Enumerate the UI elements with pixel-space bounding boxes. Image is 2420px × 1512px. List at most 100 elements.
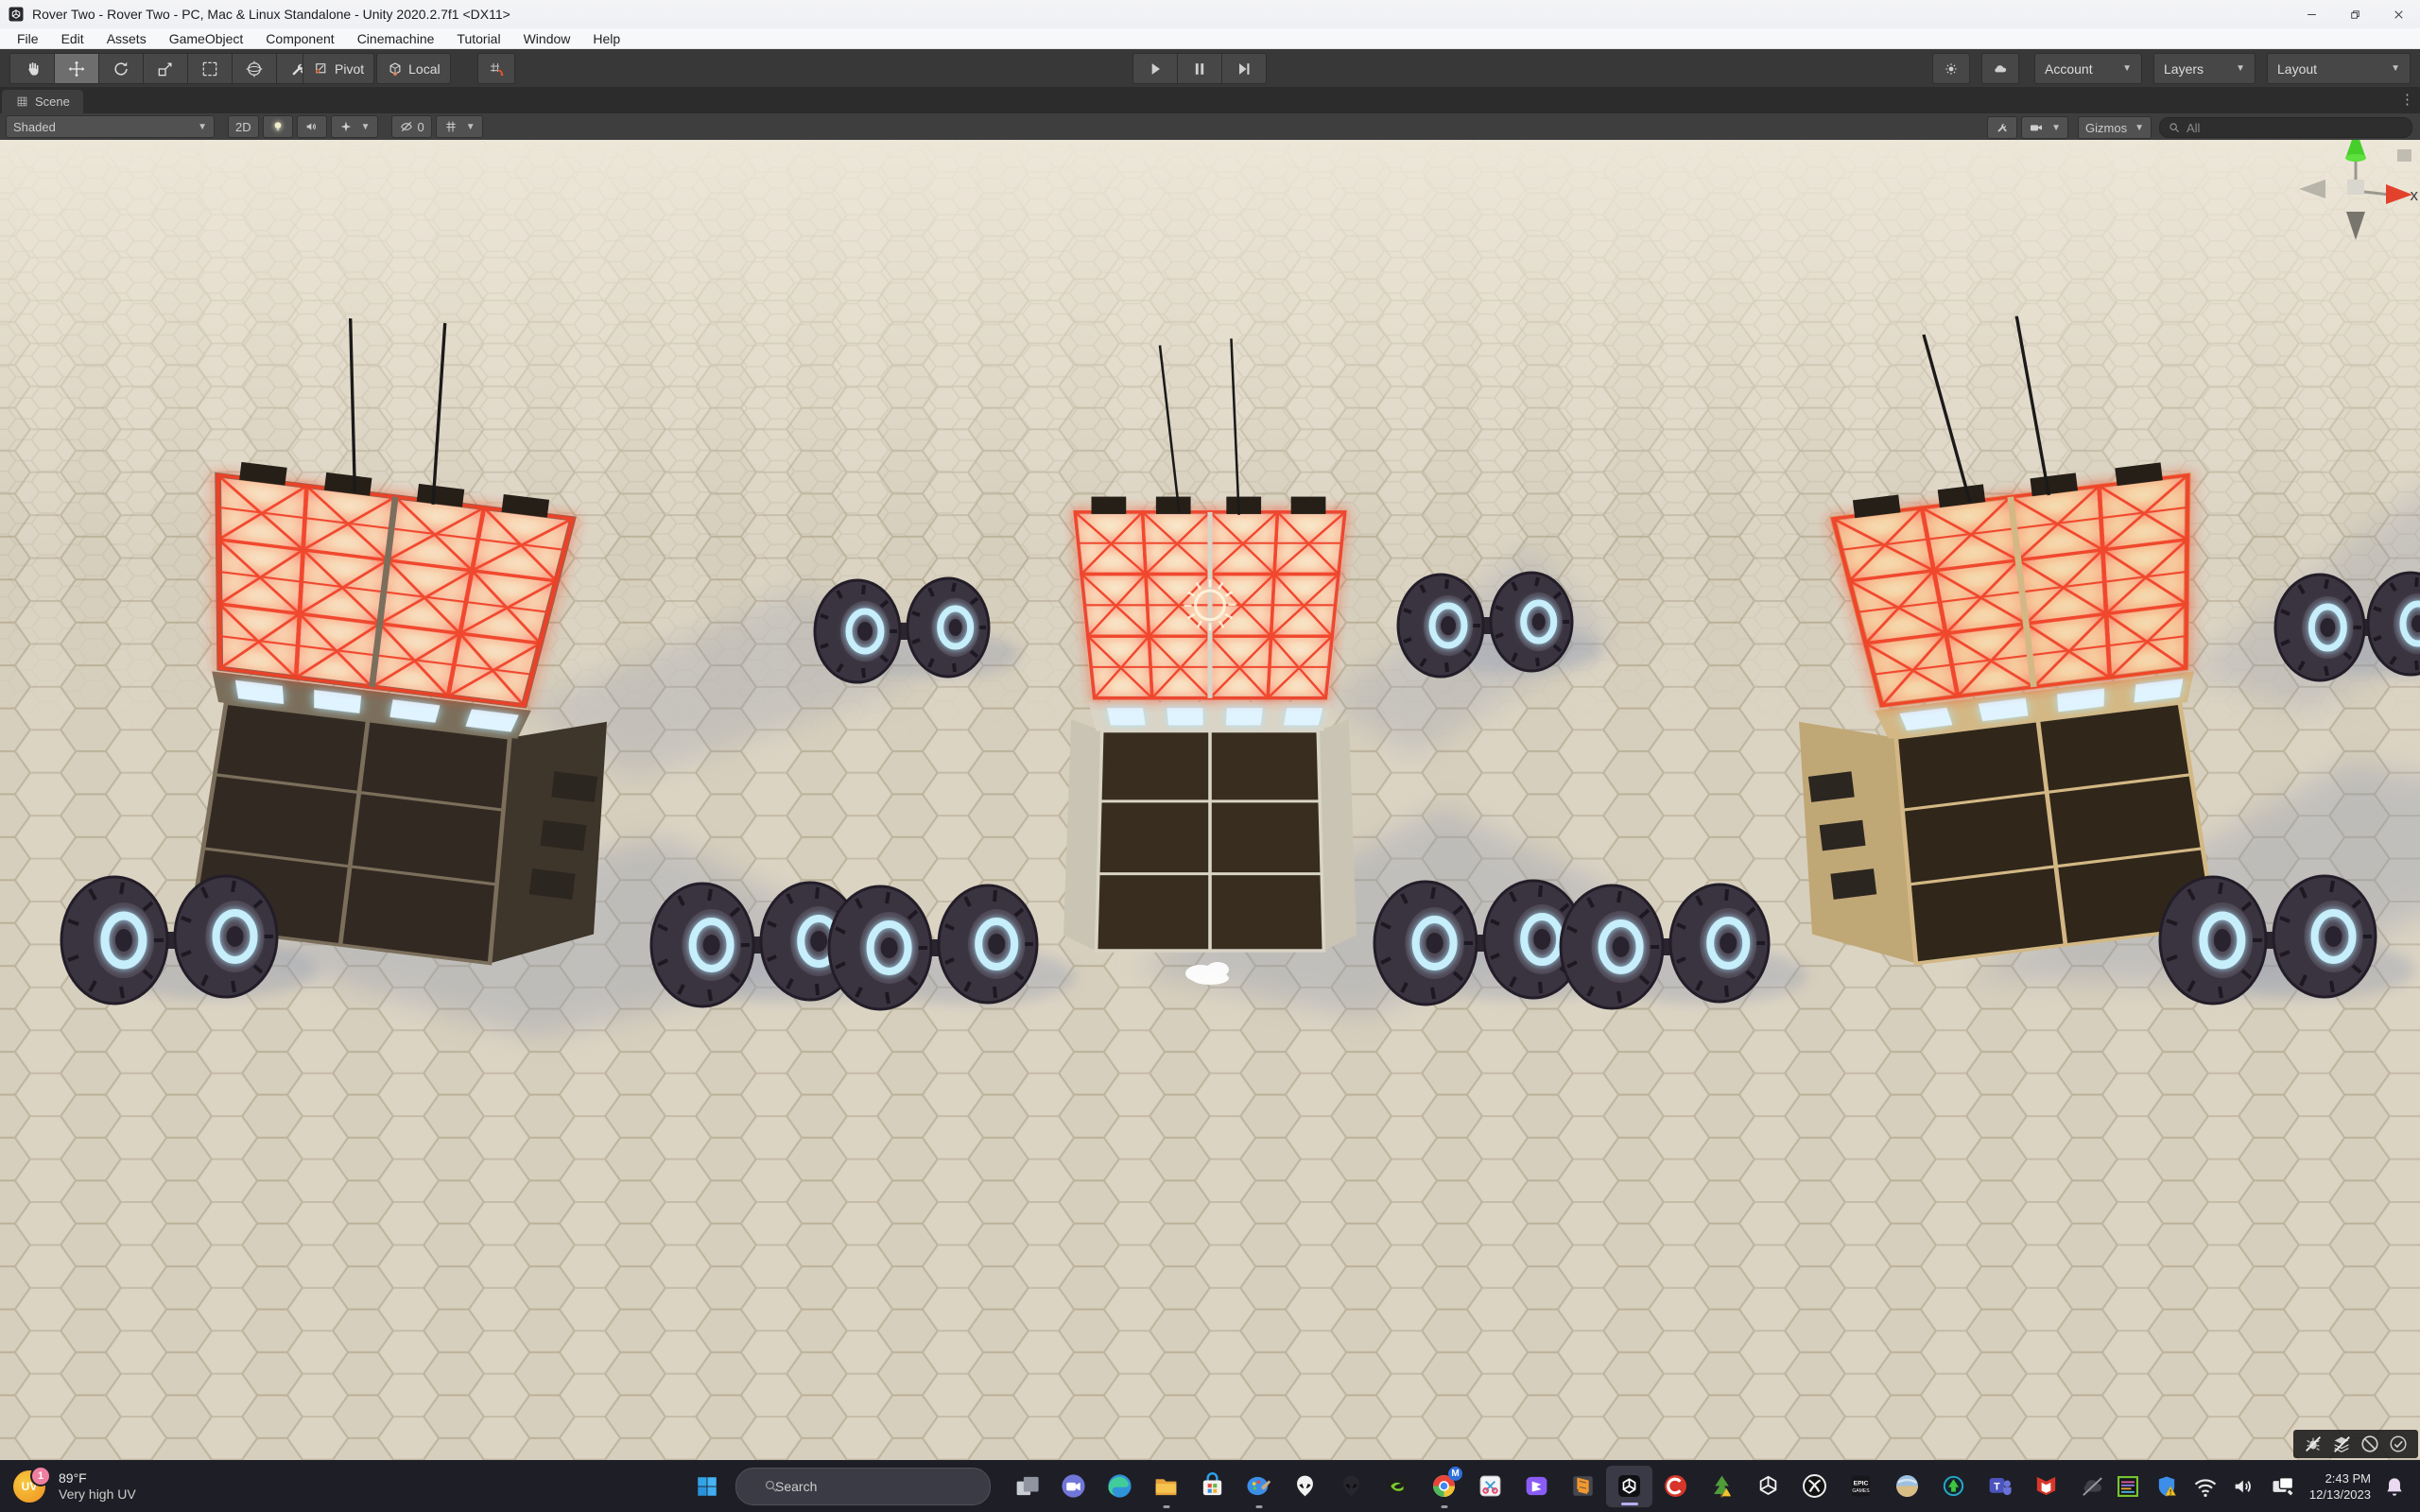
account-dropdown[interactable]: Account▼ xyxy=(2034,53,2142,84)
wifi-icon[interactable] xyxy=(2192,1473,2219,1500)
taskbar-app-task-view[interactable] xyxy=(1004,1463,1050,1510)
app-icon-edge xyxy=(1106,1472,1133,1500)
security-shield-icon[interactable] xyxy=(2153,1473,2180,1500)
weather-temp: 89°F xyxy=(59,1470,136,1486)
scene-viewport[interactable]: y x xyxy=(0,140,2420,1460)
minimize-button[interactable] xyxy=(2290,0,2333,28)
menu-item-window[interactable]: Window xyxy=(512,31,582,46)
gizmos-label: Gizmos xyxy=(2085,121,2127,135)
search-icon xyxy=(2168,121,2181,134)
taskbar-app-sublime[interactable] xyxy=(1560,1463,1606,1510)
app-icon-alienware xyxy=(1291,1472,1319,1500)
weather-widget[interactable]: UV 1 89°F Very high UV xyxy=(13,1460,136,1512)
taskbar-clock[interactable]: 2:43 PM 12/13/2023 xyxy=(2309,1470,2371,1503)
layout-dropdown[interactable]: Layout▼ xyxy=(2267,53,2411,84)
move-tool-button[interactable] xyxy=(55,53,99,84)
menu-item-gameobject[interactable]: GameObject xyxy=(158,31,255,46)
app-icon-mcafee xyxy=(2032,1472,2060,1500)
tab-options-kebab-icon[interactable]: ⋮ xyxy=(2400,91,2414,108)
ban-icon[interactable] xyxy=(2360,1434,2380,1454)
transform-tool-button[interactable] xyxy=(233,53,277,84)
close-button[interactable] xyxy=(2377,0,2420,28)
scale-tool-button[interactable] xyxy=(144,53,188,84)
restore-button[interactable] xyxy=(2333,0,2377,28)
hidden-objects-button[interactable]: 0 xyxy=(391,115,432,138)
effects-dropdown[interactable]: ▼ xyxy=(331,115,378,138)
grid-snap-icon xyxy=(488,60,505,77)
menu-item-edit[interactable]: Edit xyxy=(50,31,95,46)
menu-item-cinemachine[interactable]: Cinemachine xyxy=(346,31,446,46)
local-toggle[interactable]: Local xyxy=(376,53,450,84)
hand-tool-button[interactable] xyxy=(9,53,55,84)
bug-off[interactable] xyxy=(2303,1434,2324,1454)
menu-item-tutorial[interactable]: Tutorial xyxy=(445,31,511,46)
scene-audio-toggle[interactable] xyxy=(297,115,327,138)
taskbar-app-teams[interactable]: T xyxy=(1977,1463,2023,1510)
tool-group xyxy=(9,53,321,84)
pivot-toggle[interactable]: Pivot xyxy=(302,53,374,84)
taskbar-app-xbox[interactable] xyxy=(1791,1463,1838,1510)
menu-item-assets[interactable]: Assets xyxy=(95,31,158,46)
rotate-tool-button[interactable] xyxy=(99,53,144,84)
taskbar-app-unity-wire[interactable] xyxy=(1745,1463,1791,1510)
taskbar-app-chat[interactable] xyxy=(1050,1463,1097,1510)
pivot-icon xyxy=(313,60,330,77)
app-icon-paint xyxy=(1245,1472,1272,1500)
scene-search-input[interactable]: All xyxy=(2159,117,2412,138)
cloud-button[interactable] xyxy=(1981,53,2019,84)
taskbar-app-epic[interactable]: EPICGAMES xyxy=(1838,1463,1884,1510)
svg-text:EPIC: EPIC xyxy=(1854,1480,1869,1486)
scene-lighting-toggle[interactable] xyxy=(263,115,293,138)
taskbar-app-planet[interactable] xyxy=(1884,1463,1930,1510)
taskbar-app-edge[interactable] xyxy=(1097,1463,1143,1510)
menu-item-help[interactable]: Help xyxy=(581,31,631,46)
pause-button[interactable] xyxy=(1178,53,1222,84)
grid-visibility-dropdown[interactable]: ▼ xyxy=(436,115,483,138)
taskbar-app-snip[interactable] xyxy=(1467,1463,1513,1510)
hw-monitor-icon[interactable] xyxy=(2115,1473,2141,1500)
taskbar-app-paint[interactable] xyxy=(1236,1463,1282,1510)
notifications-bell-icon[interactable] xyxy=(2382,1474,2407,1499)
layers-dropdown[interactable]: Layers▼ xyxy=(2153,53,2256,84)
volume-icon[interactable] xyxy=(2231,1473,2257,1500)
taskbar-app-booster[interactable] xyxy=(1930,1463,1977,1510)
taskbar-app-unity[interactable] xyxy=(1606,1466,1652,1507)
taskbar-app-chrome[interactable]: M xyxy=(1421,1463,1467,1510)
taskbar-app-tree-alert[interactable] xyxy=(1699,1463,1745,1510)
stack-off[interactable] xyxy=(2331,1434,2352,1454)
taskbar-app-store[interactable] xyxy=(1189,1463,1236,1510)
taskbar-app-alienware[interactable] xyxy=(1282,1463,1328,1510)
account-label: Account xyxy=(2045,61,2093,77)
gizmos-dropdown[interactable]: Gizmos▼ xyxy=(2078,116,2152,139)
toolbar-right: Account▼ Layers▼ Layout▼ xyxy=(1930,53,2411,84)
check-icon[interactable] xyxy=(2388,1434,2409,1454)
taskbar-search-input[interactable]: Search xyxy=(735,1468,991,1505)
play-button[interactable] xyxy=(1132,53,1178,84)
taskbar-search-placeholder: Search xyxy=(775,1479,817,1494)
tab-scene[interactable]: Scene xyxy=(2,90,83,113)
rect-tool-button[interactable] xyxy=(188,53,233,84)
grid-snap-toggle[interactable] xyxy=(477,53,515,84)
app-badge: M xyxy=(1448,1467,1462,1481)
taskbar-app-explorer[interactable] xyxy=(1143,1463,1189,1510)
start-button[interactable] xyxy=(688,1466,726,1507)
services-button[interactable] xyxy=(1932,53,1970,84)
taskbar-apps: M EPICGAMES T xyxy=(1004,1460,2116,1512)
component-tools-button[interactable] xyxy=(1987,116,2017,139)
input-switch-icon[interactable] xyxy=(2270,1473,2296,1500)
scene-search-placeholder: All xyxy=(2187,121,2200,135)
taskbar-app-clipchamp[interactable] xyxy=(1513,1463,1560,1510)
taskbar-app-ccleaner[interactable] xyxy=(1652,1463,1699,1510)
menu-item-component[interactable]: Component xyxy=(254,31,345,46)
taskbar-app-alienware-dark[interactable] xyxy=(1328,1463,1374,1510)
toggle-2d-button[interactable]: 2D xyxy=(228,115,259,138)
taskbar-app-nvidia[interactable] xyxy=(1374,1463,1421,1510)
menu-item-file[interactable]: File xyxy=(6,31,50,46)
lightbulb-icon xyxy=(270,119,285,134)
pivot-group: Pivot Local xyxy=(301,53,515,84)
draw-mode-dropdown[interactable]: Shaded▼ xyxy=(6,115,215,138)
camera-settings-dropdown[interactable]: ▼ xyxy=(2021,116,2068,139)
taskbar-app-mcafee[interactable] xyxy=(2023,1463,2069,1510)
wrench-icon xyxy=(1995,120,2010,135)
step-button[interactable] xyxy=(1222,53,1267,84)
